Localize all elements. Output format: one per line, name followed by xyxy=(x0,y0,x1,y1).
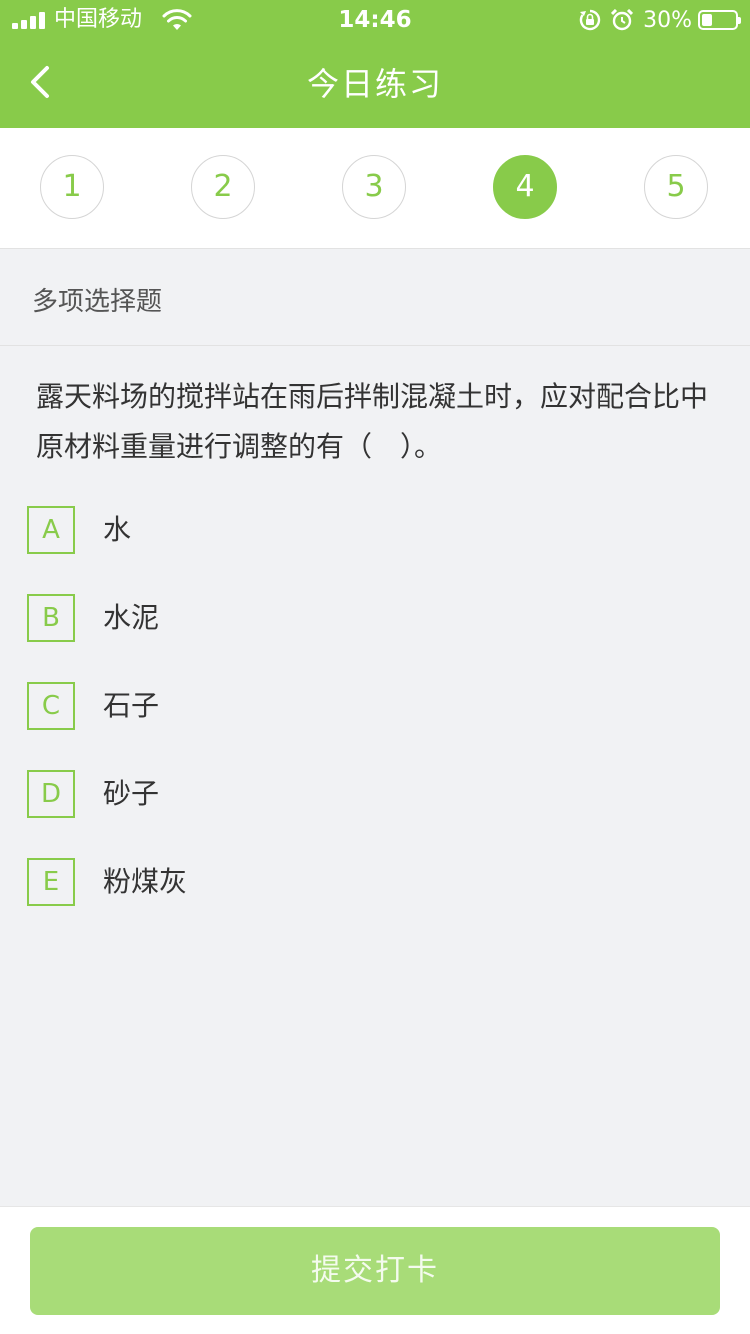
top-bar: 中国移动 14:46 30% 今日练习 xyxy=(0,0,750,128)
status-bar: 中国移动 14:46 30% xyxy=(0,0,750,40)
option-b[interactable]: B 水泥 xyxy=(0,594,750,682)
question-number-3[interactable]: 3 xyxy=(342,155,406,219)
question-number-4[interactable]: 4 xyxy=(493,155,557,219)
question-number-bar: 1 2 3 4 5 xyxy=(0,128,750,249)
battery-percent: 30% xyxy=(643,7,692,33)
option-text[interactable]: 水泥 xyxy=(103,594,159,642)
nav-bar: 今日练习 xyxy=(0,40,750,128)
option-text[interactable]: 砂子 xyxy=(103,770,159,818)
options-list: A 水 B 水泥 C 石子 D 砂子 E 粉煤灰 xyxy=(0,506,750,946)
battery-icon xyxy=(698,10,741,30)
question-text: 露天料场的搅拌站在雨后拌制混凝土时，应对配合比中原材料重量进行调整的有（ ）。 xyxy=(36,380,709,463)
question-type-row: 多项选择题 xyxy=(0,248,750,346)
option-letter-box[interactable]: E xyxy=(27,858,75,906)
question-type-label: 多项选择题 xyxy=(32,287,163,317)
app-screen: 中国移动 14:46 30% 今日练习 1 2 3 4 5 多项选择题 露天料场… xyxy=(0,0,750,1334)
option-text[interactable]: 粉煤灰 xyxy=(103,858,187,906)
status-right: 30% xyxy=(579,6,741,34)
question-number-1[interactable]: 1 xyxy=(40,155,104,219)
footer: 提交打卡 xyxy=(0,1206,750,1334)
question-number-2[interactable]: 2 xyxy=(191,155,255,219)
option-d[interactable]: D 砂子 xyxy=(0,770,750,858)
option-letter-box[interactable]: C xyxy=(27,682,75,730)
orientation-lock-icon xyxy=(579,9,601,31)
option-letter-box[interactable]: A xyxy=(27,506,75,554)
submit-checkin-button[interactable]: 提交打卡 xyxy=(30,1227,720,1315)
option-c[interactable]: C 石子 xyxy=(0,682,750,770)
question-number-5[interactable]: 5 xyxy=(644,155,708,219)
option-a[interactable]: A 水 xyxy=(0,506,750,594)
page-title: 今日练习 xyxy=(306,65,443,103)
option-letter-box[interactable]: B xyxy=(27,594,75,642)
alarm-icon xyxy=(611,9,634,31)
option-text[interactable]: 水 xyxy=(103,506,131,554)
option-e[interactable]: E 粉煤灰 xyxy=(0,858,750,946)
battery-fill xyxy=(702,14,712,26)
option-letter-box[interactable]: D xyxy=(27,770,75,818)
option-text[interactable]: 石子 xyxy=(103,682,159,730)
